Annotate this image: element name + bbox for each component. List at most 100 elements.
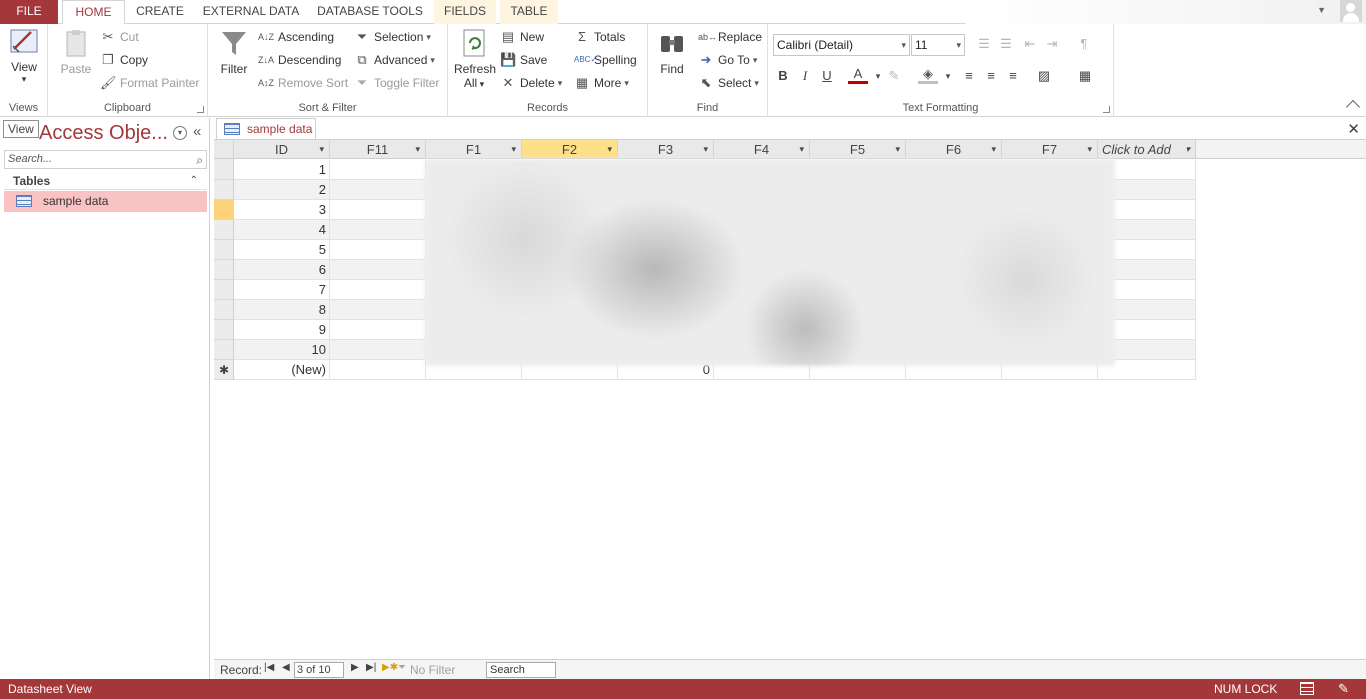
table-cell[interactable] (330, 160, 426, 180)
doc-tab-sample-data[interactable]: sample data (216, 118, 316, 139)
table-cell[interactable]: 7 (234, 280, 330, 300)
sort-ascending-button[interactable]: A↓Z Ascending (258, 27, 334, 47)
record-selector[interactable] (214, 180, 234, 200)
next-record-icon[interactable]: ▶ (351, 662, 359, 673)
table-cell[interactable] (330, 200, 426, 220)
table-cell[interactable]: 2 (234, 180, 330, 200)
table-cell[interactable]: 8 (234, 300, 330, 320)
design-view-icon[interactable]: ✎ (1338, 681, 1354, 697)
refresh-all-button[interactable]: Refresh All ▾ (454, 28, 496, 90)
text-formatting-launcher-icon[interactable] (1103, 106, 1110, 113)
replace-button[interactable]: ab↔ Replace (698, 27, 762, 47)
chevron-down-icon[interactable]: ▾ (799, 140, 804, 159)
format-painter-button[interactable]: 🖌 Format Painter (100, 73, 199, 93)
tab-file[interactable]: FILE (0, 0, 58, 24)
tab-table[interactable]: TABLE (500, 0, 558, 24)
paragraph-mark-icon[interactable]: ¶ (1074, 34, 1094, 54)
record-selector[interactable] (214, 340, 234, 360)
new-record-icon[interactable]: ▶✱ (382, 662, 398, 673)
save-button[interactable]: 💾 Save (500, 50, 547, 70)
font-name-combo[interactable]: Calibri (Detail) ▾ (773, 34, 910, 56)
record-selector[interactable] (214, 280, 234, 300)
table-cell[interactable] (330, 260, 426, 280)
underline-button[interactable]: U (817, 66, 837, 86)
increase-indent-icon[interactable]: ⇥ (1042, 34, 1062, 54)
table-cell[interactable] (330, 240, 426, 260)
record-selector[interactable] (214, 260, 234, 280)
col-header-f4[interactable]: F4 ▾ (714, 140, 810, 159)
record-selector[interactable] (214, 320, 234, 340)
nav-menu-chevron-icon[interactable]: ▾ (173, 126, 187, 140)
collapse-ribbon-icon[interactable] (1345, 99, 1361, 115)
chevron-down-icon[interactable]: ▾ (703, 140, 708, 159)
spelling-button[interactable]: ABC✓ Spelling (574, 50, 637, 70)
decrease-indent-icon[interactable]: ⇤ (1020, 34, 1040, 54)
chevron-down-icon[interactable]: ▾ (511, 140, 516, 159)
record-selector[interactable] (214, 240, 234, 260)
go-to-button[interactable]: ➜ Go To (698, 50, 757, 70)
col-header-f11[interactable]: F11 ▾ (330, 140, 426, 159)
advanced-button[interactable]: ⧉ Advanced (354, 50, 435, 70)
chevron-down-icon[interactable]: ▾ (607, 140, 612, 159)
collapse-nav-icon[interactable]: « (193, 123, 201, 140)
nav-item-sample-data[interactable]: sample data (4, 191, 207, 212)
alternate-row-color-icon[interactable]: ▨ (1034, 66, 1054, 86)
chevron-down-icon[interactable]: ▾ (1185, 140, 1190, 159)
tab-home[interactable]: HOME (62, 0, 125, 25)
selection-button[interactable]: ⏷ Selection (354, 27, 431, 47)
numbering-icon[interactable]: ☰ (996, 34, 1016, 54)
font-color-icon[interactable]: A (848, 66, 868, 84)
table-cell[interactable]: 1 (234, 160, 330, 180)
cut-button[interactable]: ✂ Cut (100, 27, 139, 47)
table-cell[interactable] (330, 360, 426, 380)
table-cell[interactable]: 6 (234, 260, 330, 280)
col-header-f2[interactable]: F2 ▾ (522, 140, 618, 159)
ribbon-options-icon[interactable]: ▼ (1317, 5, 1326, 15)
record-search-input[interactable]: Search (486, 662, 556, 678)
align-right-icon[interactable]: ≡ (1003, 66, 1023, 86)
nav-search-input[interactable]: Search... ⌕ (4, 150, 207, 169)
user-avatar[interactable] (1340, 0, 1362, 22)
col-header-f3[interactable]: F3 ▾ (618, 140, 714, 159)
view-button[interactable]: View ▾ (4, 26, 44, 94)
record-selector[interactable] (214, 300, 234, 320)
highlight-color-icon[interactable]: ✎ (884, 66, 904, 86)
datasheet-view-icon[interactable] (1300, 682, 1314, 695)
select-all-corner[interactable] (214, 140, 234, 159)
tab-fields[interactable]: FIELDS (434, 0, 496, 24)
table-cell[interactable] (330, 280, 426, 300)
col-header-f5[interactable]: F5 ▾ (810, 140, 906, 159)
table-cell[interactable]: (New) (234, 360, 330, 380)
filter-button[interactable]: Filter (216, 28, 252, 76)
close-icon[interactable]: ✕ (1347, 120, 1360, 138)
nav-section-tables[interactable]: Tables ⌃ (4, 172, 207, 190)
table-cell[interactable]: 3 (234, 200, 330, 220)
chevron-down-icon[interactable]: ▾ (319, 140, 324, 159)
more-button[interactable]: ▦ More (574, 73, 629, 93)
remove-sort-button[interactable]: A↕Z Remove Sort (258, 73, 348, 93)
table-cell[interactable] (330, 180, 426, 200)
last-record-icon[interactable]: ▶| (366, 662, 376, 673)
table-cell[interactable]: 4 (234, 220, 330, 240)
chevron-down-icon[interactable]: ▾ (415, 140, 420, 159)
col-header-click-to-add[interactable]: Click to Add ▾ (1098, 140, 1196, 159)
chevron-down-icon[interactable]: ▾ (895, 140, 900, 159)
tab-database-tools[interactable]: DATABASE TOOLS (312, 0, 428, 24)
tab-create[interactable]: CREATE (128, 0, 192, 24)
align-left-icon[interactable]: ≡ (959, 66, 979, 86)
clipboard-launcher-icon[interactable] (197, 106, 204, 113)
font-size-combo[interactable]: 11 ▾ (911, 34, 965, 56)
bullets-icon[interactable]: ☰ (974, 34, 994, 54)
record-selector[interactable]: ✱ (214, 360, 234, 380)
table-cell[interactable] (330, 220, 426, 240)
table-cell[interactable] (330, 300, 426, 320)
table-cell[interactable] (330, 320, 426, 340)
table-cell[interactable]: 10 (234, 340, 330, 360)
align-center-icon[interactable]: ≡ (981, 66, 1001, 86)
sort-descending-button[interactable]: Z↓A Descending (258, 50, 341, 70)
italic-button[interactable]: I (795, 66, 815, 86)
gridlines-icon[interactable]: ▦ (1075, 66, 1095, 86)
table-cell[interactable]: 9 (234, 320, 330, 340)
background-color-icon[interactable]: ◈ (918, 66, 938, 84)
record-selector[interactable] (214, 220, 234, 240)
